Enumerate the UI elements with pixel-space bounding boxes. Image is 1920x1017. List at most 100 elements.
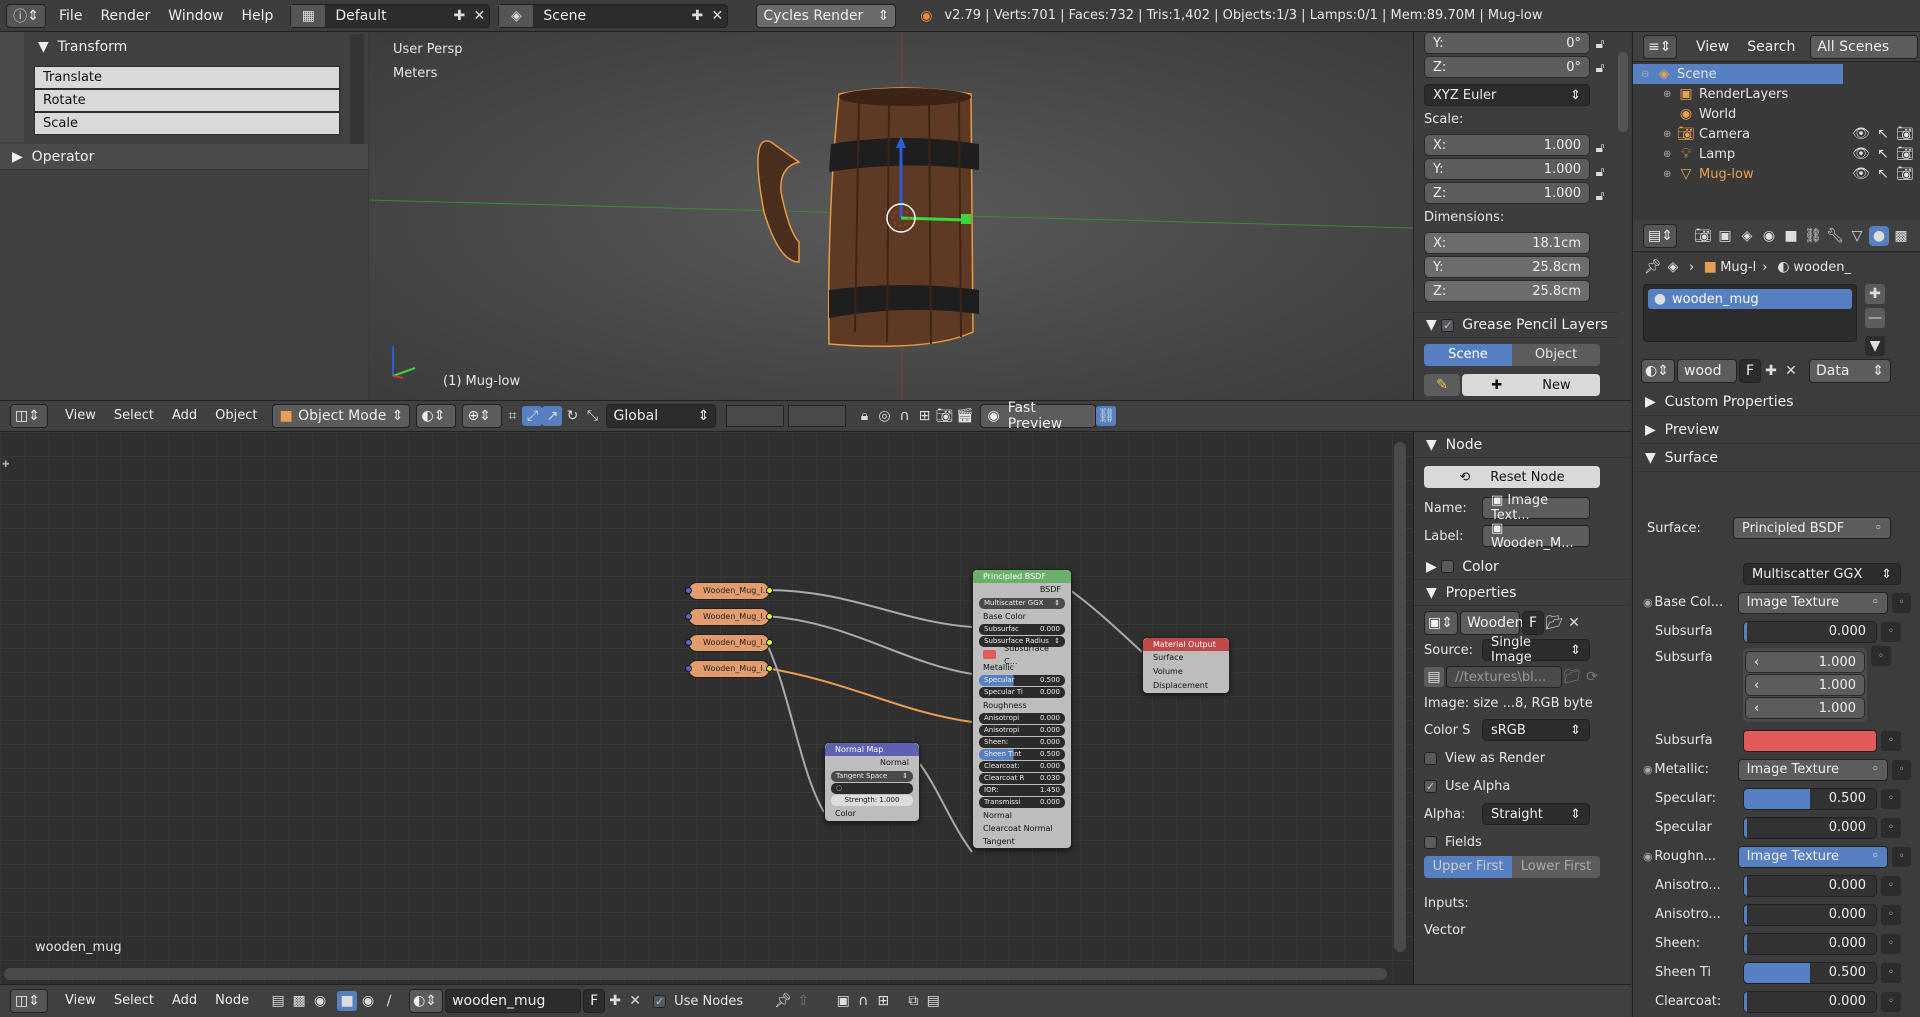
- socket-menu-icon[interactable]: ◦: [1892, 846, 1912, 867]
- menu-window[interactable]: Window: [159, 0, 232, 32]
- material-tab-icon[interactable]: ●: [1869, 225, 1889, 246]
- layers-tab-icon[interactable]: ▣: [1715, 226, 1735, 246]
- node-hscrollbar[interactable]: [4, 968, 1387, 980]
- copy-icon[interactable]: ⧉: [903, 991, 923, 1011]
- input-socket[interactable]: [685, 613, 692, 620]
- preview-header[interactable]: ▶ Preview: [1633, 416, 1920, 444]
- layers-group-2[interactable]: [788, 405, 847, 427]
- surface-shader-select[interactable]: Principled BSDF ◦: [1733, 517, 1891, 539]
- bsdf-value-field[interactable]: Sheen Tint 0.500: [979, 749, 1065, 760]
- scene-tab-icon[interactable]: ◈: [1737, 226, 1757, 246]
- proportional-edit-icon[interactable]: ◎: [874, 406, 894, 426]
- node-fake-user[interactable]: F: [583, 989, 606, 1013]
- outliner-item[interactable]: ⊕ ▽ Mug-low 👁︎ ↖ 📷︎: [1633, 164, 1919, 184]
- pencil-icon[interactable]: ✎: [1424, 374, 1460, 396]
- reload-icon[interactable]: ⟳: [1582, 667, 1602, 687]
- data-tab-icon[interactable]: ▽: [1847, 226, 1867, 246]
- bsdf-value-field[interactable]: IOR: 1.450: [979, 785, 1065, 796]
- node-name-field[interactable]: ▣ Image Text...: [1482, 493, 1590, 523]
- rotate-manipulator-icon[interactable]: ↻: [562, 406, 582, 426]
- editor-type-node[interactable]: ◫⇕: [10, 989, 48, 1013]
- menu-file[interactable]: File: [50, 0, 91, 32]
- bsdf-distribution[interactable]: Multiscatter GGX ⇕: [979, 598, 1065, 609]
- constraints-tab-icon[interactable]: ⛓︎: [1803, 226, 1823, 246]
- parent-tree-icon[interactable]: ⇧: [793, 991, 813, 1011]
- outliner-item[interactable]: ⊕ 📷︎ Camera 👁︎ ↖ 📷︎: [1633, 124, 1919, 144]
- use-nodes-checkbox[interactable]: ✓: [653, 994, 667, 1008]
- sidebar-scrollbar[interactable]: [1618, 52, 1628, 132]
- prop-link-select[interactable]: Image Texture ◦: [1737, 758, 1889, 781]
- socket-menu-icon[interactable]: ◦: [1881, 875, 1901, 896]
- 3d-viewport[interactable]: User Persp Meters (1) Mug-low: [369, 32, 1413, 400]
- outliner-item[interactable]: ⊕ ▣ RenderLayers: [1633, 84, 1920, 104]
- snap-magnet-icon[interactable]: ∩: [894, 406, 914, 426]
- shader-tree-icon[interactable]: ▤: [268, 991, 288, 1011]
- outliner-menu-search[interactable]: Search: [1738, 31, 1804, 63]
- bsdf-value-field[interactable]: Specular Ti 0.000: [979, 687, 1065, 698]
- material-slot-item[interactable]: ● wooden_mug: [1648, 289, 1852, 309]
- world-tab-icon[interactable]: ◉: [1759, 226, 1779, 246]
- dimensions-y-field[interactable]: Y: 25.8cm: [1424, 256, 1590, 278]
- layers-group-1[interactable]: [726, 405, 785, 427]
- snap-element-icon[interactable]: ⊞: [873, 991, 893, 1011]
- grease-pencil-checkbox[interactable]: ✓: [1441, 318, 1455, 332]
- outliner-item[interactable]: ◉ World: [1633, 104, 1920, 124]
- input-socket[interactable]: [685, 665, 692, 672]
- bsdf-value-field[interactable]: Transmissi 0.000: [979, 797, 1065, 808]
- node-material-name[interactable]: wooden_mug: [445, 989, 582, 1013]
- view3d-menu-select[interactable]: Select: [105, 400, 163, 432]
- use-alpha-checkbox[interactable]: ✓: [1424, 779, 1437, 793]
- node-panel-header[interactable]: ▼ Node: [1414, 432, 1631, 458]
- use-alpha-row[interactable]: ✓ Use Alpha: [1414, 772, 1631, 800]
- material-output-node[interactable]: Material Output Surface Volume Displacem…: [1142, 637, 1230, 694]
- socket-menu-icon[interactable]: ◦: [1892, 759, 1912, 780]
- socket-menu-icon[interactable]: ◦: [1881, 730, 1901, 751]
- render-image-icon[interactable]: 📷︎: [934, 406, 954, 426]
- eye-icon[interactable]: 👁︎: [1851, 144, 1871, 164]
- texture-tree-icon[interactable]: ▩: [289, 991, 309, 1011]
- socket-menu-icon[interactable]: ◦: [1881, 962, 1901, 983]
- scale-manipulator-icon[interactable]: ⤡: [582, 406, 602, 426]
- lock-icon[interactable]: 🔓︎: [1590, 34, 1610, 54]
- object-tab-icon[interactable]: ■: [1781, 226, 1801, 246]
- pack-icon[interactable]: ▤: [1424, 667, 1444, 687]
- link-dot-icon[interactable]: ◉: [1643, 596, 1654, 609]
- socket-menu-icon[interactable]: ◦: [1881, 991, 1901, 1012]
- render-engine-select[interactable]: Cycles Render ⇕: [756, 3, 897, 28]
- use-nodes-toggle[interactable]: ✓ Use Nodes: [653, 994, 743, 1009]
- material-browse[interactable]: ◐⇕: [1641, 359, 1675, 383]
- socket-menu-icon[interactable]: ◦: [1892, 592, 1912, 613]
- source-select[interactable]: Single Image ⇕: [1482, 635, 1590, 665]
- node-menu-select[interactable]: Select: [105, 985, 163, 1017]
- vector-field[interactable]: ‹ 1.000: [1745, 651, 1865, 673]
- tab-scene[interactable]: Scene: [1424, 344, 1512, 366]
- add-slot-icon[interactable]: ✚: [1865, 284, 1885, 304]
- image-texture-node[interactable]: Wooden_Mug_l...: [685, 608, 773, 626]
- prop-slider[interactable]: 0.000: [1743, 816, 1877, 839]
- custom-properties-header[interactable]: ▶ Custom Properties: [1633, 388, 1920, 416]
- render-icon[interactable]: 📷︎: [1895, 164, 1915, 184]
- rotation-mode-select[interactable]: XYZ Euler ⇕: [1424, 84, 1590, 106]
- distribution-select[interactable]: Multiscatter GGX ⇕: [1743, 563, 1901, 585]
- lock-icon[interactable]: 🔓︎: [1590, 162, 1610, 182]
- node-menu-node[interactable]: Node: [206, 985, 258, 1017]
- snap-element-icon[interactable]: ⊞: [914, 406, 934, 426]
- colorspace-select[interactable]: sRGB ⇕: [1482, 719, 1590, 741]
- node-material-browse[interactable]: ◐⇕: [409, 989, 444, 1013]
- add-icon[interactable]: ✚: [449, 6, 469, 26]
- tool-tabs[interactable]: [0, 32, 24, 142]
- principled-bsdf-node[interactable]: Principled BSDF BSDF Multiscatter GGX ⇕ B…: [972, 569, 1072, 849]
- prop-link-select[interactable]: Image Texture ◦: [1737, 591, 1889, 614]
- image-texture-node[interactable]: Wooden_Mug_l...: [685, 582, 773, 600]
- surface-header[interactable]: ▼ Surface: [1633, 444, 1920, 472]
- expand-icon[interactable]: ⊕: [1663, 89, 1677, 100]
- tool-scrollbar[interactable]: [350, 34, 364, 144]
- object-shader-icon[interactable]: ■: [337, 991, 358, 1011]
- dimensions-z-field[interactable]: Z: 25.8cm: [1424, 280, 1590, 302]
- close-icon[interactable]: ✕: [1564, 613, 1584, 633]
- cursor-icon[interactable]: ↖: [1873, 164, 1893, 184]
- output-socket[interactable]: [766, 613, 773, 620]
- close-icon[interactable]: ✕: [469, 6, 489, 26]
- editor-type-info[interactable]: ⓘ ⇕: [6, 3, 46, 28]
- pin-icon[interactable]: 📌︎: [773, 991, 793, 1011]
